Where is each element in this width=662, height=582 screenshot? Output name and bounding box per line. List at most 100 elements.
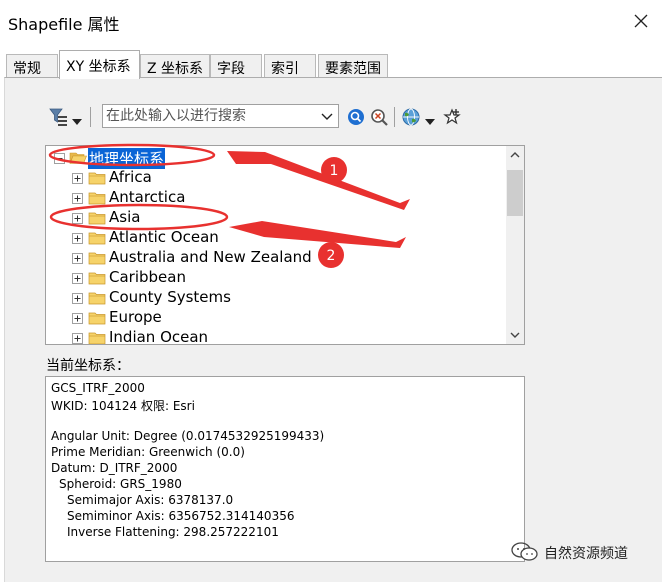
tree-node-label: Atlantic Ocean <box>109 228 219 246</box>
add-favorite-icon <box>443 108 461 125</box>
folder-icon <box>88 252 106 265</box>
close-icon <box>634 14 648 28</box>
globe-dropdown-button[interactable] <box>424 112 436 125</box>
tree-node-asia[interactable]: Asia <box>46 208 506 228</box>
collapse-toggle[interactable] <box>54 153 65 164</box>
add-favorite-button[interactable] <box>442 107 462 127</box>
plus-icon <box>74 295 81 302</box>
expand-toggle[interactable] <box>72 253 83 264</box>
tab-indexes[interactable]: 索引 <box>264 54 316 78</box>
tree-node-county-systems[interactable]: County Systems <box>46 288 506 308</box>
scroll-down-button[interactable] <box>506 326 524 344</box>
expand-toggle[interactable] <box>72 233 83 244</box>
tree-node-label: Africa <box>109 168 152 186</box>
expand-toggle[interactable] <box>72 193 83 204</box>
folder-icon <box>88 212 106 225</box>
tab-xy-coordinate-system[interactable]: XY 坐标系 <box>59 50 140 79</box>
coordinate-system-tree[interactable]: 地理坐标系 Africa Antarctica Asia Atlantic Oc… <box>45 145 525 345</box>
search-button[interactable] <box>346 107 366 127</box>
clear-search-icon <box>371 109 388 126</box>
plus-icon <box>74 195 81 202</box>
tree-node-label: Asia <box>109 208 141 226</box>
search-box[interactable] <box>102 104 339 128</box>
cs-detail-line: WKID: 104124 权限: Esri <box>51 399 195 413</box>
chevron-down-icon <box>510 332 520 338</box>
toolbar-divider <box>394 107 395 127</box>
plus-icon <box>74 235 81 242</box>
plus-icon <box>74 315 81 322</box>
tree-node-indian-ocean[interactable]: Indian Ocean <box>46 328 506 345</box>
cs-detail-line: GCS_ITRF_2000 <box>51 381 145 395</box>
cs-detail-line: Semiminor Axis: 6356752.314140356 <box>67 509 295 523</box>
chevron-down-icon <box>425 119 435 125</box>
search-input[interactable] <box>106 106 316 126</box>
cs-detail-line: Datum: D_ITRF_2000 <box>51 461 178 475</box>
search-icon <box>348 109 364 125</box>
globe-icon <box>402 108 420 126</box>
tab-z-coordinate-system[interactable]: Z 坐标系 <box>140 54 210 78</box>
filter-dropdown-button[interactable] <box>71 112 83 125</box>
minus-icon <box>56 158 63 159</box>
tab-strip: 常规 XY 坐标系 Z 坐标系 字段 索引 要素范围 <box>0 50 662 79</box>
filter-icon <box>49 108 67 126</box>
folder-icon <box>88 292 106 305</box>
expand-toggle[interactable] <box>72 273 83 284</box>
folder-icon <box>88 272 106 285</box>
cs-detail-line: Prime Meridian: Greenwich (0.0) <box>51 445 245 459</box>
open-folder-icon <box>69 152 87 164</box>
expand-toggle[interactable] <box>72 313 83 324</box>
tree-node-label: Antarctica <box>109 188 186 206</box>
folder-icon <box>88 332 106 344</box>
tab-fields[interactable]: 字段 <box>210 54 262 78</box>
tree-node-label: Indian Ocean <box>109 328 209 345</box>
clear-search-button[interactable] <box>369 107 389 127</box>
folder-icon <box>88 312 106 325</box>
folder-icon <box>88 172 106 185</box>
tree-node-label: Caribbean <box>109 268 186 286</box>
chevron-down-icon <box>321 113 333 120</box>
window-title: Shapefile 属性 <box>8 15 120 34</box>
expand-toggle[interactable] <box>72 293 83 304</box>
title-bar: Shapefile 属性 <box>0 0 662 44</box>
tree-node-europe[interactable]: Europe <box>46 308 506 328</box>
scroll-thumb[interactable] <box>507 170 523 216</box>
expand-toggle[interactable] <box>72 333 83 344</box>
cs-detail-line: Spheroid: GRS_1980 <box>59 477 182 491</box>
plus-icon <box>74 275 81 282</box>
tree-node-label: 地理坐标系 <box>88 148 166 169</box>
tree-node-caribbean[interactable]: Caribbean <box>46 268 506 288</box>
current-cs-details: GCS_ITRF_2000 WKID: 104124 权限: Esri Angu… <box>45 376 525 562</box>
search-history-dropdown[interactable] <box>318 106 336 126</box>
cs-detail-line: Angular Unit: Degree (0.0174532925199433… <box>51 429 325 443</box>
tree-scrollbar[interactable] <box>506 146 524 344</box>
tab-general[interactable]: 常规 <box>6 54 58 78</box>
close-button[interactable] <box>628 8 654 34</box>
plus-icon <box>74 215 81 222</box>
tab-feature-extent[interactable]: 要素范围 <box>318 54 388 78</box>
tree-node-australia-nz[interactable]: Australia and New Zealand <box>46 248 506 268</box>
current-cs-label: 当前坐标系： <box>46 358 130 374</box>
tree-node-label: Europe <box>109 308 162 326</box>
tree-node-geographic[interactable]: 地理坐标系 <box>46 148 506 169</box>
tree-node-label: Australia and New Zealand <box>109 248 312 266</box>
chevron-down-icon <box>72 119 82 125</box>
watermark-text: 自然资源频道 <box>544 546 628 562</box>
tree-node-atlantic-ocean[interactable]: Atlantic Ocean <box>46 228 506 248</box>
tree-node-africa[interactable]: Africa <box>46 168 506 188</box>
wechat-icon <box>511 542 538 561</box>
cs-detail-line: Semimajor Axis: 6378137.0 <box>67 493 234 507</box>
filter-button[interactable] <box>48 106 70 128</box>
toolbar-divider <box>90 107 91 127</box>
expand-toggle[interactable] <box>72 213 83 224</box>
plus-icon <box>74 255 81 262</box>
expand-toggle[interactable] <box>72 173 83 184</box>
folder-icon <box>88 192 106 205</box>
cs-detail-line: Inverse Flattening: 298.257222101 <box>67 525 279 539</box>
plus-icon <box>74 175 81 182</box>
globe-button[interactable] <box>401 107 421 127</box>
folder-icon <box>88 232 106 245</box>
scroll-up-button[interactable] <box>506 146 524 164</box>
tree-node-antarctica[interactable]: Antarctica <box>46 188 506 208</box>
chevron-up-icon <box>510 152 520 158</box>
tree-node-label: County Systems <box>109 288 231 306</box>
